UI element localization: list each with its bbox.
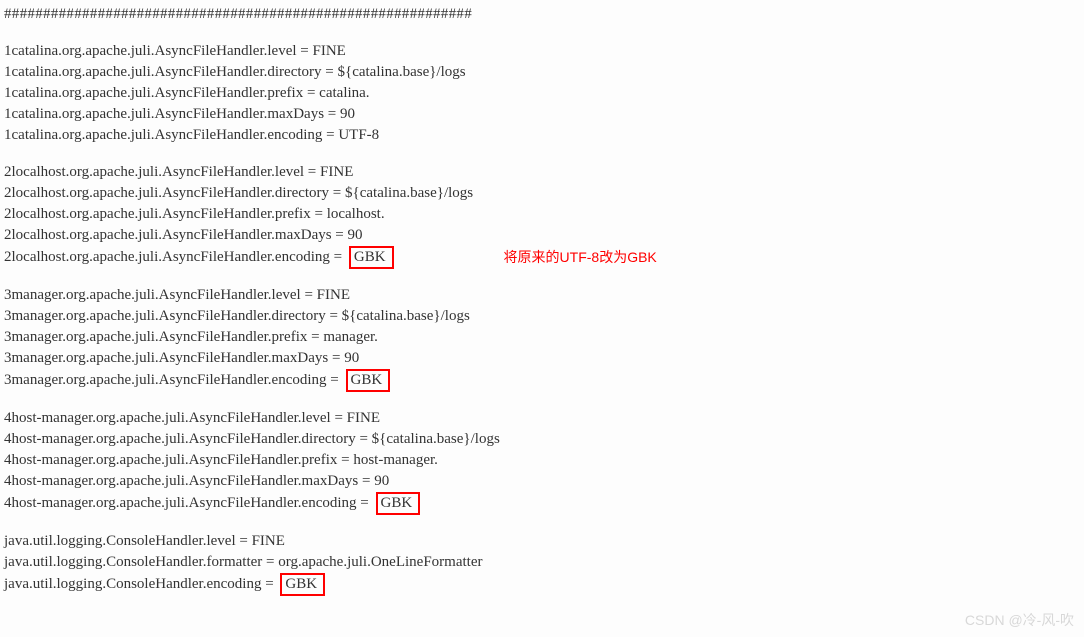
config-value: ${catalina.base}/logs — [372, 429, 500, 450]
config-line: 4host-manager.org.apache.juli.AsyncFileH… — [4, 450, 1080, 471]
config-key: 3manager.org.apache.juli.AsyncFileHandle… — [4, 327, 323, 348]
config-value: ${catalina.base}/logs — [342, 306, 470, 327]
handler-block: 2localhost.org.apache.juli.AsyncFileHand… — [4, 162, 1080, 269]
config-line: 4host-manager.org.apache.juli.AsyncFileH… — [4, 408, 1080, 429]
config-value: catalina. — [319, 83, 369, 104]
config-line: 2localhost.org.apache.juli.AsyncFileHand… — [4, 162, 1080, 183]
config-key: 4host-manager.org.apache.juli.AsyncFileH… — [4, 471, 374, 492]
config-key: 1catalina.org.apache.juli.AsyncFileHandl… — [4, 83, 319, 104]
annotation-text: 将原来的UTF-8改为GBK — [504, 248, 657, 268]
config-line: 2localhost.org.apache.juli.AsyncFileHand… — [4, 225, 1080, 246]
config-line: 3manager.org.apache.juli.AsyncFileHandle… — [4, 285, 1080, 306]
config-value: host-manager. — [353, 450, 438, 471]
config-value: GBK — [280, 573, 325, 596]
config-line: 4host-manager.org.apache.juli.AsyncFileH… — [4, 492, 1080, 515]
config-key: 2localhost.org.apache.juli.AsyncFileHand… — [4, 204, 327, 225]
config-value: 90 — [340, 104, 355, 125]
separator-line: ########################################… — [4, 4, 1080, 25]
config-value: 90 — [374, 471, 389, 492]
config-line: 4host-manager.org.apache.juli.AsyncFileH… — [4, 471, 1080, 492]
config-key: 4host-manager.org.apache.juli.AsyncFileH… — [4, 429, 372, 450]
config-blocks: 1catalina.org.apache.juli.AsyncFileHandl… — [4, 41, 1080, 596]
config-key: 1catalina.org.apache.juli.AsyncFileHandl… — [4, 41, 313, 62]
config-key: java.util.logging.ConsoleHandler.encodin… — [4, 574, 277, 595]
config-line: 2localhost.org.apache.juli.AsyncFileHand… — [4, 204, 1080, 225]
config-line: 1catalina.org.apache.juli.AsyncFileHandl… — [4, 125, 1080, 146]
config-key: 3manager.org.apache.juli.AsyncFileHandle… — [4, 285, 317, 306]
config-line: java.util.logging.ConsoleHandler.encodin… — [4, 573, 1080, 596]
config-key: 2localhost.org.apache.juli.AsyncFileHand… — [4, 162, 320, 183]
config-line: 1catalina.org.apache.juli.AsyncFileHandl… — [4, 104, 1080, 125]
handler-block: 1catalina.org.apache.juli.AsyncFileHandl… — [4, 41, 1080, 146]
config-line: 1catalina.org.apache.juli.AsyncFileHandl… — [4, 41, 1080, 62]
config-key: 3manager.org.apache.juli.AsyncFileHandle… — [4, 306, 342, 327]
config-value: FINE — [252, 531, 285, 552]
config-key: 2localhost.org.apache.juli.AsyncFileHand… — [4, 225, 348, 246]
config-value: FINE — [317, 285, 350, 306]
config-key: 2localhost.org.apache.juli.AsyncFileHand… — [4, 183, 345, 204]
handler-block: 3manager.org.apache.juli.AsyncFileHandle… — [4, 285, 1080, 392]
config-key: 4host-manager.org.apache.juli.AsyncFileH… — [4, 408, 347, 429]
config-key: java.util.logging.ConsoleHandler.level = — [4, 531, 252, 552]
config-value: FINE — [313, 41, 346, 62]
config-line: 3manager.org.apache.juli.AsyncFileHandle… — [4, 369, 1080, 392]
config-key: 2localhost.org.apache.juli.AsyncFileHand… — [4, 247, 346, 268]
config-line: 2localhost.org.apache.juli.AsyncFileHand… — [4, 246, 1080, 269]
config-value: org.apache.juli.OneLineFormatter — [278, 552, 482, 573]
config-value: ${catalina.base}/logs — [338, 62, 466, 83]
config-line: 3manager.org.apache.juli.AsyncFileHandle… — [4, 306, 1080, 327]
config-line: 4host-manager.org.apache.juli.AsyncFileH… — [4, 429, 1080, 450]
config-key: java.util.logging.ConsoleHandler.formatt… — [4, 552, 278, 573]
config-line: 1catalina.org.apache.juli.AsyncFileHandl… — [4, 62, 1080, 83]
config-value: manager. — [323, 327, 378, 348]
console-handler-block: java.util.logging.ConsoleHandler.level =… — [4, 531, 1080, 596]
config-value: 90 — [348, 225, 363, 246]
config-key: 3manager.org.apache.juli.AsyncFileHandle… — [4, 348, 344, 369]
watermark-text: CSDN @冷-风-吹 — [965, 611, 1074, 631]
config-value: UTF-8 — [338, 125, 379, 146]
config-line: 2localhost.org.apache.juli.AsyncFileHand… — [4, 183, 1080, 204]
config-key: 1catalina.org.apache.juli.AsyncFileHandl… — [4, 104, 340, 125]
handler-block: 4host-manager.org.apache.juli.AsyncFileH… — [4, 408, 1080, 515]
config-value: FINE — [347, 408, 380, 429]
config-value: FINE — [320, 162, 353, 183]
config-line: java.util.logging.ConsoleHandler.level =… — [4, 531, 1080, 552]
config-key: 4host-manager.org.apache.juli.AsyncFileH… — [4, 493, 373, 514]
config-key: 4host-manager.org.apache.juli.AsyncFileH… — [4, 450, 353, 471]
config-key: 3manager.org.apache.juli.AsyncFileHandle… — [4, 370, 343, 391]
config-value: GBK — [346, 369, 391, 392]
config-value: 90 — [344, 348, 359, 369]
config-value: localhost. — [327, 204, 385, 225]
config-line: 3manager.org.apache.juli.AsyncFileHandle… — [4, 348, 1080, 369]
config-key: 1catalina.org.apache.juli.AsyncFileHandl… — [4, 125, 338, 146]
config-value: ${catalina.base}/logs — [345, 183, 473, 204]
config-value: GBK — [376, 492, 421, 515]
config-line: java.util.logging.ConsoleHandler.formatt… — [4, 552, 1080, 573]
config-key: 1catalina.org.apache.juli.AsyncFileHandl… — [4, 62, 338, 83]
config-line: 1catalina.org.apache.juli.AsyncFileHandl… — [4, 83, 1080, 104]
config-value: GBK — [349, 246, 394, 269]
config-line: 3manager.org.apache.juli.AsyncFileHandle… — [4, 327, 1080, 348]
